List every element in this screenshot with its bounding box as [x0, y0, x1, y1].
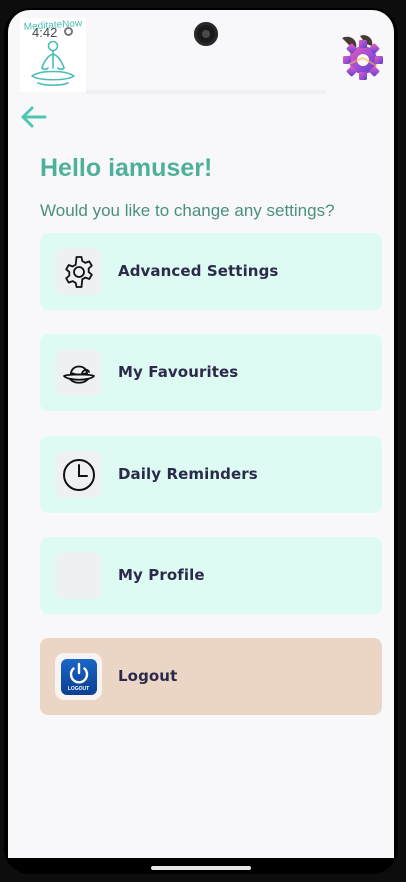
header-divider	[86, 90, 326, 94]
menu-item-daily-reminders[interactable]: Daily Reminders	[40, 436, 382, 513]
menu-item-my-favourites[interactable]: My Favourites	[40, 334, 382, 411]
back-arrow-icon[interactable]	[18, 102, 50, 134]
logout-button[interactable]: LOGOUT Logout	[40, 638, 382, 715]
power-icon: LOGOUT	[60, 658, 97, 695]
front-camera	[194, 22, 218, 46]
menu-item-label: Advanced Settings	[118, 262, 279, 280]
gear-icon	[64, 255, 93, 288]
app-screen: MeditateNow 4:42 Hello iamuser! Would yo…	[8, 10, 394, 858]
menu-icon-box	[55, 451, 102, 498]
hat-icon	[62, 365, 95, 384]
phone-frame: MeditateNow 4:42 Hello iamuser! Would yo…	[4, 8, 398, 874]
navigation-bar	[4, 858, 398, 874]
menu-item-my-profile[interactable]: My Profile	[40, 537, 382, 614]
menu-item-label: My Profile	[118, 566, 205, 584]
menu-item-advanced-settings[interactable]: Advanced Settings	[40, 233, 382, 310]
menu-item-label: My Favourites	[118, 363, 239, 381]
status-indicator-icon	[64, 27, 73, 36]
menu-icon-box: LOGOUT	[55, 653, 102, 700]
menu-icon-box	[55, 248, 102, 295]
settings-gear-icon[interactable]	[336, 34, 388, 80]
power-symbol-icon	[69, 662, 88, 683]
greeting-title: Hello iamuser!	[40, 154, 213, 182]
power-icon-text: LOGOUT	[67, 685, 90, 692]
menu-item-label: Logout	[118, 667, 178, 685]
status-time: 4:42	[32, 25, 58, 40]
clock-icon	[62, 458, 95, 491]
profile-icon	[55, 552, 102, 599]
menu-icon-box	[55, 349, 102, 396]
home-indicator[interactable]	[151, 866, 251, 870]
settings-prompt: Would you like to change any settings?	[40, 201, 335, 220]
menu-item-label: Daily Reminders	[118, 465, 258, 483]
